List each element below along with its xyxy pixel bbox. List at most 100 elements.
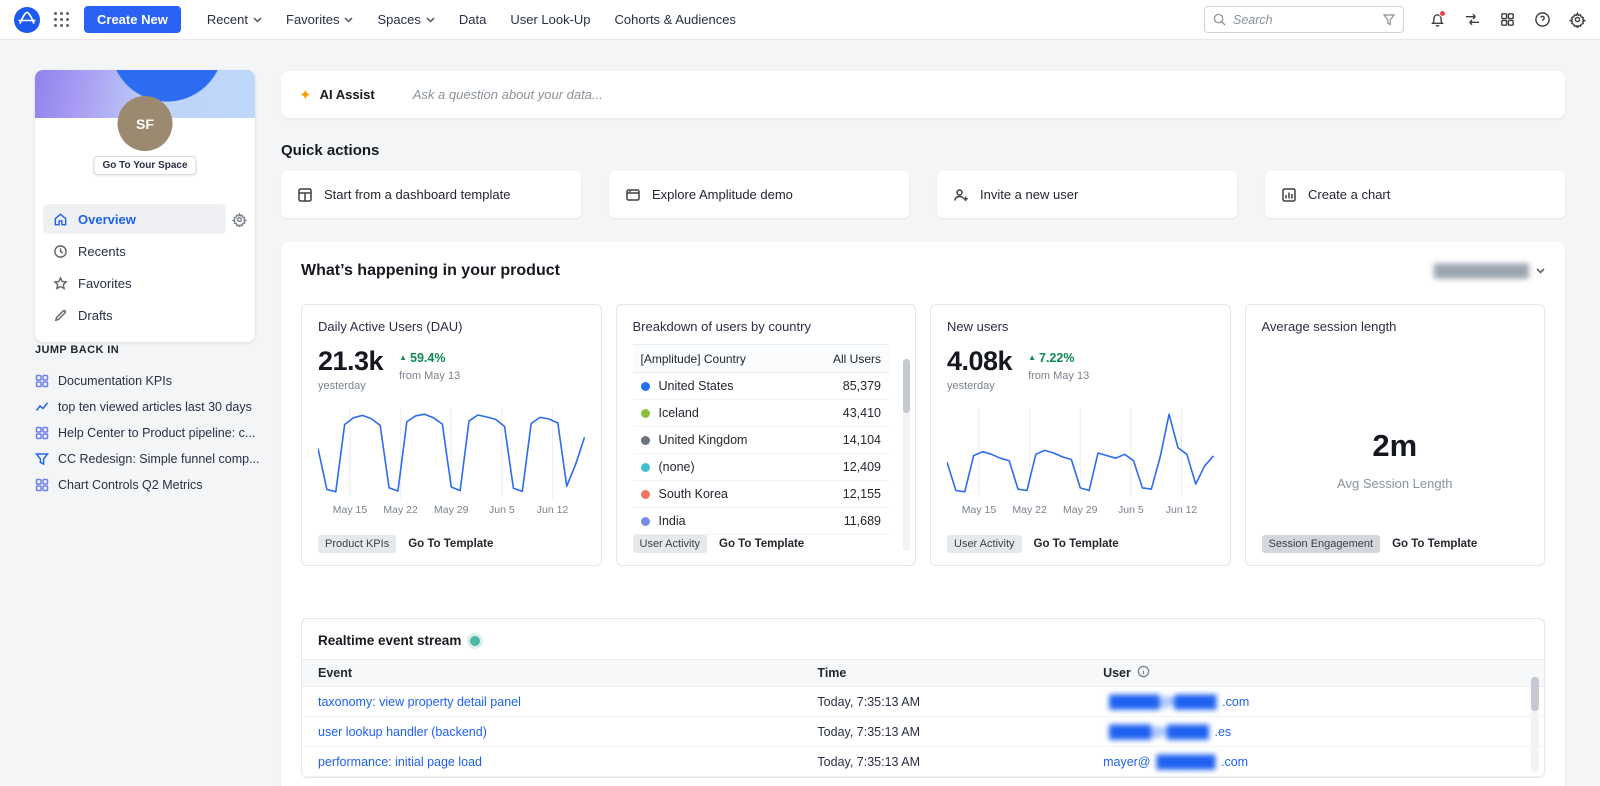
global-search[interactable]: [1204, 6, 1404, 33]
apps-grid-icon[interactable]: [54, 12, 70, 28]
realtime-scrollbar[interactable]: [1531, 675, 1539, 772]
event-row: user lookup handler (backend) Today, 7:3…: [302, 717, 1544, 747]
nav-cohorts-audiences[interactable]: Cohorts & Audiences: [615, 12, 736, 27]
nav-recent[interactable]: Recent: [207, 12, 262, 27]
event-link[interactable]: taxonomy: view property detail panel: [318, 695, 521, 709]
country-category-badge[interactable]: User Activity: [633, 535, 708, 553]
line-chart-icon: [35, 400, 49, 414]
new-users-line-chart: [947, 408, 1214, 498]
help-icon[interactable]: [1533, 11, 1551, 29]
session-metric: 2m Avg Session Length: [1262, 428, 1529, 491]
bar-chart-icon: [1281, 187, 1297, 203]
whats-happening-card: What’s happening in your product ███████…: [281, 242, 1565, 786]
quick-action-create-chart[interactable]: Create a chart: [1265, 171, 1565, 218]
go-to-your-space-button[interactable]: Go To Your Space: [93, 156, 196, 175]
dau-delta: ▲59.4%: [399, 351, 460, 365]
dau-metric: 21.3k yesterday ▲59.4% from May 13: [318, 348, 585, 392]
country-go-to-template-link[interactable]: Go To Template: [719, 538, 804, 550]
event-link[interactable]: user lookup handler (backend): [318, 725, 487, 739]
country-row[interactable]: (none) 12,409: [633, 454, 890, 481]
info-icon[interactable]: [1137, 665, 1150, 681]
sparkle-icon: ✦: [299, 86, 312, 104]
notification-dot: [1439, 10, 1446, 17]
country-row[interactable]: Iceland 43,410: [633, 400, 890, 427]
realtime-title: Realtime event stream: [318, 633, 461, 648]
sidebar-item-drafts[interactable]: Drafts: [43, 300, 247, 330]
country-breakdown-card: Breakdown of users by country [Amplitude…: [616, 304, 917, 566]
event-user-link[interactable]: mayer@███████.com: [1103, 755, 1544, 769]
search-input[interactable]: [1233, 13, 1376, 27]
sidebar-item-favorites[interactable]: Favorites: [43, 268, 247, 298]
session-go-to-template-link[interactable]: Go To Template: [1392, 538, 1477, 550]
chevron-down-icon: [1536, 268, 1545, 274]
country-row[interactable]: United States 85,379: [633, 373, 890, 400]
project-selector[interactable]: ████████████: [1434, 264, 1545, 278]
ai-assist-placeholder: Ask a question about your data...: [413, 87, 603, 102]
product-grid-icon[interactable]: [1498, 11, 1516, 29]
scrollbar-thumb[interactable]: [903, 359, 910, 413]
browser-window-icon: [625, 187, 641, 203]
series-dot: [641, 382, 650, 391]
delta-up-icon: ▲: [399, 354, 407, 362]
series-dot: [641, 409, 650, 418]
country-scrollbar[interactable]: [903, 359, 910, 551]
new-users-go-to-template-link[interactable]: Go To Template: [1034, 538, 1119, 550]
dau-category-badge[interactable]: Product KPIs: [318, 535, 396, 553]
jump-item-top-ten-viewed[interactable]: top ten viewed articles last 30 days: [35, 394, 267, 420]
redacted-user: ███████: [1157, 755, 1216, 769]
quick-action-invite-user[interactable]: Invite a new user: [937, 171, 1237, 218]
sidebar-row-recents: Recents: [43, 236, 247, 266]
nav-spaces[interactable]: Spaces: [377, 12, 434, 27]
quick-action-explore-demo[interactable]: Explore Amplitude demo: [609, 171, 909, 218]
event-user-link[interactable]: █████@r█████.es: [1103, 725, 1544, 739]
jump-back-in-section: JUMP BACK IN Documentation KPIs top ten …: [35, 344, 267, 498]
funnel-icon: [35, 452, 49, 466]
series-dot: [641, 463, 650, 472]
sidebar-item-overview[interactable]: Overview: [43, 204, 226, 234]
data-connections-icon[interactable]: [1463, 11, 1481, 29]
nav-user-lookup[interactable]: User Look-Up: [510, 12, 590, 27]
jump-item-help-center-pipeline[interactable]: Help Center to Product pipeline: c...: [35, 420, 267, 446]
country-row[interactable]: South Korea 12,155: [633, 481, 890, 508]
primary-nav: Recent Favorites Spaces Data User Look-U…: [207, 12, 736, 27]
delta-up-icon: ▲: [1028, 354, 1036, 362]
nav-data[interactable]: Data: [459, 12, 486, 27]
dau-value-caption: yesterday: [318, 380, 383, 392]
ai-assist-bar[interactable]: ✦ AI Assist Ask a question about your da…: [281, 71, 1565, 118]
create-new-button[interactable]: Create New: [84, 6, 181, 33]
event-user-link[interactable]: ██████@t█████.com: [1103, 695, 1544, 709]
jump-item-chart-controls-q2[interactable]: Chart Controls Q2 Metrics: [35, 472, 267, 498]
quick-actions-row: Start from a dashboard template Explore …: [281, 171, 1565, 218]
dau-value: 21.3k: [318, 348, 383, 375]
sidebar-item-recents[interactable]: Recents: [43, 236, 247, 266]
jump-item-documentation-kpis[interactable]: Documentation KPIs: [35, 368, 267, 394]
amplitude-logo-icon[interactable]: [14, 7, 40, 33]
topbar-actions: [1428, 11, 1586, 29]
whats-happening-title: What’s happening in your product: [301, 262, 560, 280]
dau-go-to-template-link[interactable]: Go To Template: [408, 538, 493, 550]
redacted-user: █████@r█████: [1109, 725, 1208, 739]
country-col-header: [Amplitude] Country: [641, 352, 746, 366]
new-users-card: New users 4.08k yesterday ▲7.22% from Ma…: [930, 304, 1231, 566]
country-row[interactable]: India 11,689: [633, 508, 890, 535]
search-filter-icon[interactable]: [1383, 14, 1395, 26]
time-column-header: Time: [817, 666, 1103, 680]
series-dot: [641, 436, 650, 445]
metric-cards-row: Daily Active Users (DAU) 21.3k yesterday…: [301, 304, 1545, 566]
event-link[interactable]: performance: initial page load: [318, 755, 482, 769]
notifications-bell-icon[interactable]: [1428, 11, 1446, 29]
session-category-badge[interactable]: Session Engagement: [1262, 535, 1381, 553]
country-footer: User Activity Go To Template: [633, 535, 900, 553]
dau-card: Daily Active Users (DAU) 21.3k yesterday…: [301, 304, 602, 566]
settings-gear-icon[interactable]: [1568, 11, 1586, 29]
jump-item-cc-redesign-funnel[interactable]: CC Redesign: Simple funnel comp...: [35, 446, 267, 472]
quick-action-dashboard-template[interactable]: Start from a dashboard template: [281, 171, 581, 218]
nav-favorites[interactable]: Favorites: [286, 12, 353, 27]
scrollbar-thumb[interactable]: [1531, 677, 1539, 711]
country-table-header: [Amplitude] Country All Users: [633, 344, 890, 373]
amplitude-dashboard: Create New Recent Favorites Spaces Data …: [0, 0, 1600, 786]
country-row[interactable]: United Kingdom 14,104: [633, 427, 890, 454]
overview-settings-gear-icon[interactable]: [232, 212, 247, 227]
new-users-category-badge[interactable]: User Activity: [947, 535, 1022, 553]
sidebar-row-drafts: Drafts: [43, 300, 247, 330]
